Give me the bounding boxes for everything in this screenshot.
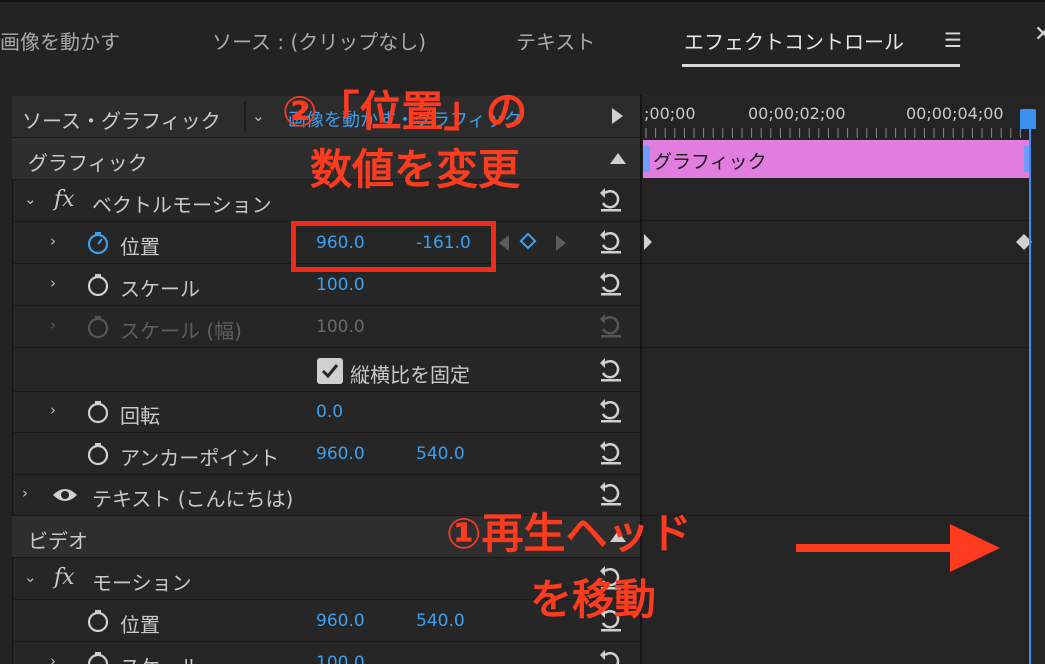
property-motion-scale: › スケール 100.0 [12, 642, 640, 664]
chevron-right-icon[interactable]: › [50, 274, 56, 292]
time-label-4: 00;00;04;00 [906, 104, 1004, 123]
anchor-x-value[interactable]: 960.0 [316, 444, 365, 464]
chevron-down-icon[interactable]: ⌄ [24, 568, 37, 586]
annotation-step1-line2: を移動 [530, 575, 657, 624]
highlight-box [291, 221, 496, 272]
reset-icon [600, 314, 621, 338]
chevron-right-icon: › [50, 316, 56, 334]
timeline-row-line [642, 220, 1032, 221]
rotation-label: 回転 [120, 404, 160, 428]
annotation-step1-line1: ①再生ヘッド [446, 509, 692, 558]
checkmark-icon [321, 364, 339, 379]
reset-icon[interactable] [596, 269, 626, 299]
tab-effect-controls[interactable]: エフェクトコントロール [684, 26, 904, 55]
stopwatch-icon[interactable] [86, 400, 110, 424]
motion-position-label: 位置 [120, 613, 160, 637]
motion-position-y-value[interactable]: 540.0 [416, 611, 465, 631]
tab-text[interactable]: テキスト [516, 26, 595, 55]
scale-label: スケール [120, 277, 200, 301]
source-separator [244, 102, 246, 132]
playhead-handle[interactable] [1020, 109, 1036, 129]
clip-label: グラフィック [653, 151, 767, 173]
time-label-0: ;00;00 [644, 104, 696, 123]
reset-icon[interactable] [596, 185, 626, 215]
graphic-clip[interactable]: グラフィック [643, 140, 1031, 178]
chevron-down-icon[interactable]: ⌄ [252, 107, 265, 125]
property-aspect-lock: 縦横比を固定 [12, 350, 640, 392]
reset-icon[interactable] [596, 227, 626, 257]
chevron-right-icon[interactable]: › [50, 232, 56, 250]
position-label: 位置 [120, 235, 160, 259]
active-tab-indicator [682, 64, 960, 67]
annotation-arrow-head [950, 524, 1000, 572]
tab-source[interactable]: ソース : (クリップなし) [212, 26, 426, 55]
motion-scale-label: スケール [120, 651, 200, 664]
stopwatch-icon[interactable] [86, 609, 110, 633]
scale-width-value: 100.0 [316, 317, 365, 337]
stopwatch-icon[interactable] [86, 651, 110, 664]
aspect-lock-checkbox[interactable] [317, 358, 343, 384]
stopwatch-icon[interactable] [86, 231, 110, 255]
anchor-label: アンカーポイント [120, 446, 280, 470]
playhead-line[interactable] [1029, 112, 1031, 664]
property-rotation: › 回転 0.0 [12, 391, 640, 433]
chevron-right-icon[interactable]: › [50, 652, 56, 664]
section-graphic-label: グラフィック [28, 151, 148, 175]
scale-value[interactable]: 100.0 [316, 275, 365, 295]
property-anchor-point: アンカーポイント 960.0 540.0 [12, 433, 640, 475]
rotation-value[interactable]: 0.0 [316, 402, 343, 422]
motion-scale-value[interactable]: 100.0 [316, 653, 365, 664]
reset-icon[interactable] [596, 355, 626, 385]
timeline-row-line [642, 263, 1032, 264]
anchor-y-value[interactable]: 540.0 [416, 444, 465, 464]
annotation-step2-line1: ②「位置」の [282, 87, 528, 136]
chevron-right-icon[interactable]: › [22, 484, 28, 502]
tab-image-move[interactable]: 画像を動かす [0, 26, 120, 55]
source-label: ソース・グラフィック [22, 109, 221, 133]
stopwatch-icon [87, 316, 109, 339]
time-ruler[interactable] [644, 124, 1030, 138]
reset-icon[interactable] [596, 396, 626, 426]
text-layer-label: テキスト (こんにちは) [92, 487, 294, 511]
play-triangle-icon[interactable] [612, 108, 623, 124]
eye-icon[interactable] [52, 486, 78, 504]
keyframe-start-icon[interactable] [642, 234, 654, 250]
reset-icon[interactable] [596, 438, 626, 468]
timeline-panel [642, 95, 1045, 664]
stopwatch-icon[interactable] [86, 273, 110, 297]
fx-icon[interactable]: fx [54, 565, 75, 590]
clip-in-handle[interactable] [643, 146, 650, 172]
stopwatch-icon[interactable] [86, 442, 110, 466]
time-label-2: 00;00;02;00 [748, 104, 846, 123]
collapse-triangle-icon[interactable] [610, 153, 626, 164]
reset-icon[interactable] [596, 647, 626, 664]
panel-menu-icon[interactable]: ☰ [944, 28, 962, 52]
vector-motion-label: ベクトルモーション [92, 193, 272, 217]
motion-label: モーション [92, 571, 192, 595]
timeline-row-line [642, 347, 1032, 348]
fx-icon[interactable]: fx [54, 187, 75, 212]
chevron-down-icon[interactable]: ⌄ [24, 190, 37, 208]
aspect-lock-label: 縦横比を固定 [350, 363, 470, 387]
scale-width-label: スケール (幅) [120, 319, 242, 343]
prev-keyframe-icon[interactable] [499, 235, 509, 251]
property-scale-width: › スケール (幅) 100.0 [12, 306, 640, 348]
chevron-right-icon[interactable]: › [50, 401, 56, 419]
close-icon[interactable]: ✕ [1034, 22, 1045, 47]
motion-position-x-value[interactable]: 960.0 [316, 611, 365, 631]
timeline-row-line [642, 515, 1032, 516]
annotation-step2-line2: 数値を変更 [310, 145, 521, 194]
section-video-label: ビデオ [28, 529, 88, 553]
annotation-arrow-shaft [796, 544, 956, 552]
next-keyframe-icon[interactable] [556, 235, 566, 251]
